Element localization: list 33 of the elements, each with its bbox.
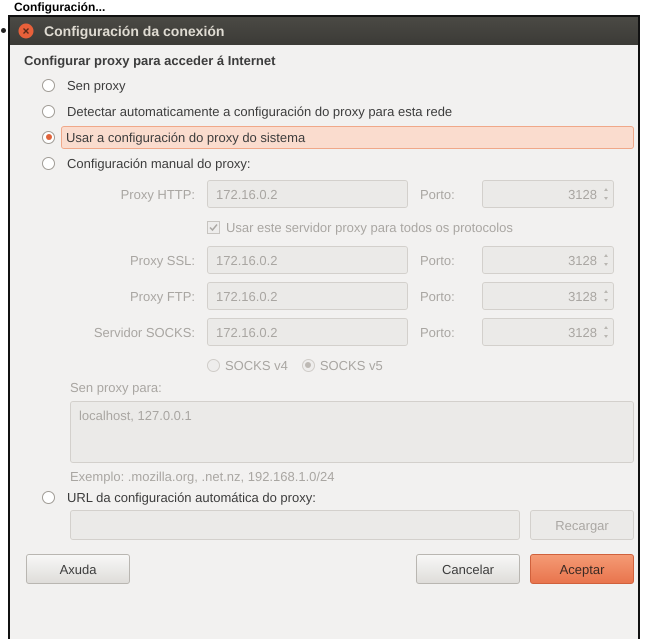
radio-label[interactable]: Configuración manual do proxy: — [61, 150, 257, 176]
radio-label[interactable]: Sen proxy — [61, 72, 132, 98]
spin-arrows-icon[interactable] — [603, 325, 609, 339]
no-proxy-label: Sen proxy para: — [70, 380, 163, 395]
close-icon[interactable] — [18, 23, 34, 39]
window-title: Configuración da conexión — [44, 23, 224, 39]
radio-label[interactable]: Detectar automaticamente a configuración do proxy para esta rede — [61, 98, 458, 124]
radio-button[interactable] — [42, 156, 55, 170]
spin-arrows-icon[interactable] — [603, 289, 609, 303]
port-label: Porto: — [420, 324, 456, 340]
radio-button[interactable] — [42, 490, 55, 504]
spin-arrows-icon[interactable] — [603, 253, 609, 267]
radio-label[interactable]: Usar a configuración do proxy do sistema — [61, 126, 634, 148]
dialog-button[interactable]: Axuda — [26, 554, 130, 584]
spin-arrows-icon[interactable] — [603, 187, 609, 201]
field-label: Servidor SOCKS: — [92, 324, 195, 340]
port-label: Porto: — [420, 252, 456, 268]
dialog-button[interactable]: Aceptar — [530, 554, 634, 584]
section-heading: Configurar proxy para acceder á Internet — [24, 53, 276, 68]
field-label: Proxy HTTP: — [120, 186, 195, 202]
radio-button[interactable] — [42, 78, 55, 92]
field-label: Proxy FTP: — [128, 288, 195, 304]
radio-button[interactable] — [42, 104, 55, 118]
dialog-button[interactable]: Cancelar — [416, 554, 520, 584]
port-label: Porto: — [420, 186, 456, 202]
url-field[interactable] — [70, 510, 520, 540]
radio-button[interactable] — [42, 130, 55, 144]
field-label: Proxy SSL: — [128, 252, 195, 268]
bullet-icon — [1, 28, 6, 33]
caption-text: Configuración... — [13, 0, 106, 14]
radio-label[interactable]: URL da configuración automática do proxy: — [61, 484, 322, 510]
port-label: Porto: — [420, 288, 456, 304]
example-hint: Exemplo: .mozilla.org, .net.nz, 192.168.1.0/24 — [70, 469, 336, 484]
